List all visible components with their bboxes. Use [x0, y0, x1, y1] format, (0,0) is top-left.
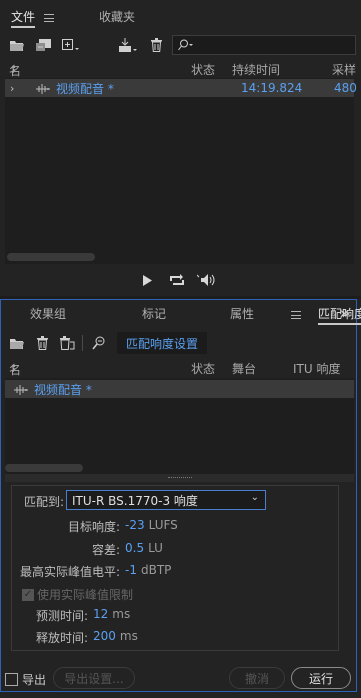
file-rate: 480: [334, 81, 357, 95]
tab-favorites[interactable]: 收藏夹: [99, 2, 135, 32]
match-to-select[interactable]: ITU-R BS.1770-3 响度 ⌄: [66, 490, 266, 510]
expand-chevron-icon[interactable]: ›: [10, 82, 14, 95]
max-true-peak-field[interactable]: -1 dBTP: [125, 563, 171, 577]
new-file-icon[interactable]: [60, 35, 80, 55]
save-icon[interactable]: [116, 35, 138, 55]
files-list: › 视频配音 * 14:19.824 480: [5, 78, 357, 264]
export-settings-button[interactable]: 导出设置...: [53, 667, 135, 689]
release-label: 释放时间:: [36, 631, 89, 645]
remove-icon[interactable]: [34, 333, 50, 353]
tab-files[interactable]: 文件: [11, 2, 36, 32]
audio-waveform-icon: [35, 83, 51, 94]
use-limit-label: 使用实际峰值限制: [37, 588, 134, 602]
toolbar-divider: [82, 335, 83, 351]
match-to-label: 匹配到:: [24, 495, 65, 509]
overflow-chevron-icon[interactable]: »: [340, 304, 350, 322]
lookahead-field[interactable]: 12 ms: [93, 607, 130, 621]
loudness-list: 视频配音 *: [5, 378, 354, 480]
tab-markers-label: 标记: [142, 307, 167, 321]
column-rate[interactable]: 采样: [332, 61, 356, 78]
release-field[interactable]: 200 ms: [93, 629, 138, 643]
tab-properties-label: 属性: [230, 307, 255, 321]
search-icon: [178, 39, 193, 51]
delete-icon[interactable]: [148, 35, 164, 55]
panel-menu-icon[interactable]: [291, 311, 301, 319]
checkbox-unchecked-icon: [5, 673, 18, 686]
tab-files-label: 文件: [11, 10, 36, 24]
list-item[interactable]: › 视频配音 * 14:19.824 480: [5, 79, 357, 97]
grip-dots: [167, 477, 192, 479]
use-limit-checkbox[interactable]: ✓ 使用实际峰值限制: [22, 586, 133, 603]
resize-grip[interactable]: [5, 474, 354, 482]
match-loudness-settings-tab[interactable]: 匹配响度设置: [117, 332, 207, 354]
column-status[interactable]: 状态: [191, 360, 215, 377]
horizontal-scrollbar[interactable]: [7, 253, 95, 261]
export-checkbox[interactable]: 导出: [5, 671, 46, 688]
target-loudness-field[interactable]: -23 LUFS: [125, 518, 178, 532]
match-to-value: ITU-R BS.1770-3 响度: [72, 493, 198, 508]
audio-waveform-icon: [13, 384, 29, 395]
volume-icon[interactable]: [196, 270, 218, 290]
files-panel: 文件 收藏夹 名称 ↑ 状态 持续时间 采样 ›: [0, 0, 361, 296]
tab-markers[interactable]: 标记: [142, 299, 166, 329]
file-name: 视频配音 *: [34, 382, 92, 397]
settings-box: 匹配到: ITU-R BS.1770-3 响度 ⌄ 目标响度: -23 LUFS …: [11, 485, 339, 651]
search-field[interactable]: [172, 35, 356, 55]
horizontal-scrollbar[interactable]: [5, 464, 83, 472]
list-item[interactable]: 视频配音 *: [5, 380, 354, 398]
files-toolbar: [0, 31, 361, 59]
tolerance-field[interactable]: 0.5 LU: [125, 541, 163, 555]
clear-all-icon[interactable]: [58, 333, 76, 353]
bottom-panel-tabs: 效果组 标记 属性 匹配响度 »: [0, 299, 361, 329]
import-icon[interactable]: [34, 35, 54, 55]
loudness-toolbar: 匹配响度设置: [0, 329, 361, 357]
open-folder-icon[interactable]: [8, 35, 26, 55]
file-duration: 14:19.824: [241, 81, 303, 95]
match-loudness-panel: 效果组 标记 属性 匹配响度 » 匹配响度设置 名称 ↑: [0, 299, 361, 698]
tab-favorites-label: 收藏夹: [99, 10, 136, 24]
tab-properties[interactable]: 属性: [230, 299, 254, 329]
files-panel-tabs: 文件 收藏夹: [0, 2, 361, 32]
run-button[interactable]: 运行: [291, 667, 351, 689]
tab-effects-rack-label: 效果组: [30, 307, 67, 321]
loop-icon[interactable]: [168, 270, 186, 290]
checkbox-checked-icon: ✓: [22, 588, 34, 601]
files-column-header: 名称 ↑ 状态 持续时间 采样: [5, 58, 361, 96]
tab-effects-rack[interactable]: 效果组: [30, 299, 66, 329]
settings-tab-label: 匹配响度设置: [125, 336, 198, 351]
file-name: 视频配音 *: [56, 81, 114, 96]
max-true-peak-label: 最高实际峰值电平:: [19, 565, 120, 579]
column-stage[interactable]: 舞台: [232, 360, 256, 377]
play-icon[interactable]: [140, 270, 154, 290]
column-status[interactable]: 状态: [191, 61, 215, 78]
panel-menu-icon[interactable]: [44, 14, 54, 22]
column-name[interactable]: 名称 ↑: [9, 361, 21, 394]
lookahead-label: 预测时间:: [36, 609, 89, 623]
tolerance-label: 容差:: [91, 543, 120, 557]
export-label: 导出: [22, 673, 47, 687]
open-folder-icon[interactable]: [8, 333, 26, 353]
loudness-column-header: 名称 ↑ 状态 舞台 ITU 响度: [5, 357, 361, 395]
column-duration[interactable]: 持续时间: [232, 61, 280, 78]
target-loudness-label: 目标响度:: [67, 520, 120, 534]
chevron-down-icon: ⌄: [250, 492, 259, 503]
scan-icon[interactable]: [90, 333, 108, 353]
cancel-button[interactable]: 撤消: [229, 667, 285, 689]
column-name[interactable]: 名称 ↑: [9, 62, 21, 95]
transport-controls: [0, 268, 361, 290]
column-itu-loudness[interactable]: ITU 响度: [293, 360, 340, 377]
